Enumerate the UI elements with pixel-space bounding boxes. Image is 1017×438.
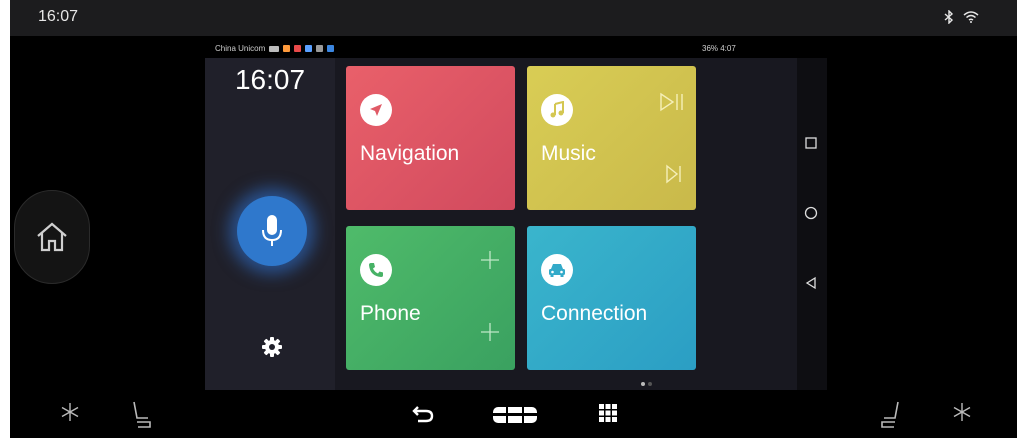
phone-carrier: China Unicom (215, 44, 335, 53)
seat-heater-icon[interactable] (128, 400, 152, 430)
phone-label: Phone (360, 302, 421, 325)
car-clock: 16:07 (38, 8, 79, 25)
apps-grid-icon[interactable] (598, 403, 618, 423)
connection-tile[interactable]: Connection (527, 226, 696, 370)
page-dot[interactable] (648, 382, 652, 386)
navigation-arrow-icon (360, 94, 392, 126)
settings-gear-icon[interactable] (261, 336, 283, 358)
back-triangle-icon[interactable] (804, 276, 818, 290)
phone-battery-time: 36% 4:07 (702, 44, 736, 53)
snowflake-icon[interactable] (60, 402, 80, 422)
car-icon (541, 254, 573, 286)
seat-heater-icon[interactable] (880, 400, 904, 430)
skip-next-icon[interactable] (665, 164, 683, 184)
page-indicator (641, 382, 652, 386)
microphone-icon (262, 215, 282, 246)
car-status-bar: 16:07 (10, 0, 1017, 36)
phone-clock: 16:07 (234, 64, 306, 95)
music-note-icon (541, 94, 573, 126)
music-tile[interactable]: Music (527, 66, 696, 210)
app-notification-icon (294, 45, 302, 52)
left-edge-strip (0, 0, 10, 438)
left-panel: 16:07 (205, 58, 335, 390)
home-button[interactable] (14, 190, 90, 284)
app-notification-icon (283, 45, 291, 52)
plus-icon[interactable] (480, 322, 500, 342)
play-pause-icon[interactable] (659, 92, 685, 112)
page-dot-active[interactable] (641, 382, 645, 386)
navigation-label: Navigation (360, 142, 460, 165)
home-icon (37, 222, 67, 252)
home-circle-icon[interactable] (804, 206, 818, 220)
signal-icon (269, 45, 280, 52)
plus-icon[interactable] (480, 250, 500, 270)
back-arrow-icon[interactable] (412, 404, 434, 424)
app-tiles-area: Navigation Music Phone Connection (335, 58, 797, 390)
wifi-icon (963, 11, 979, 23)
app-notification-icon (327, 45, 335, 52)
recents-square-icon[interactable] (804, 136, 818, 150)
bluetooth-icon (944, 10, 954, 24)
voice-assistant-button[interactable] (237, 196, 307, 266)
android-nav-bar (797, 58, 827, 390)
carrier-name: China Unicom (215, 44, 266, 53)
phone-status-bar: China Unicom 36% 4:07 (205, 38, 827, 58)
navigation-tile[interactable]: Navigation (346, 66, 515, 210)
car-status-icons (943, 10, 979, 24)
music-label: Music (541, 142, 596, 165)
phone-tile[interactable]: Phone (346, 226, 515, 370)
snowflake-icon[interactable] (952, 402, 972, 422)
connection-label: Connection (541, 302, 648, 325)
app-notification-icon (305, 45, 313, 52)
phone-icon (360, 254, 392, 286)
car-bottom-bar (10, 394, 1017, 438)
projected-phone-screen: China Unicom 36% 4:07 16:07 Navigation M… (205, 38, 827, 390)
app-notification-icon (316, 45, 324, 52)
carlife-logo-icon[interactable] (492, 404, 538, 426)
